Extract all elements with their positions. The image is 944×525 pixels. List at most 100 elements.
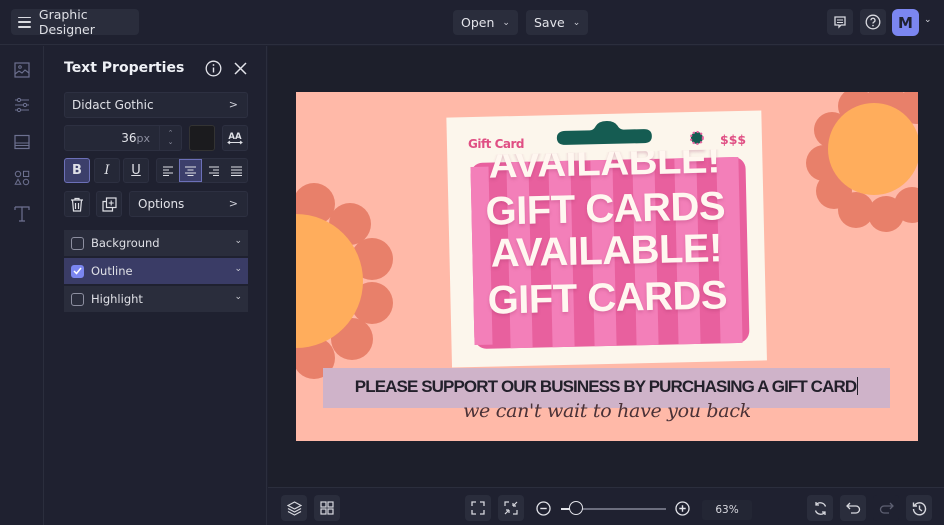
outline-accordion[interactable]: Outline ⌄ bbox=[64, 258, 248, 284]
background-checkbox[interactable] bbox=[71, 236, 84, 250]
font-family-value: Didact Gothic bbox=[72, 98, 154, 112]
left-flower[interactable] bbox=[296, 183, 393, 379]
app-title: Graphic Designer bbox=[38, 7, 95, 37]
chevron-up-icon[interactable]: ⌃ bbox=[168, 129, 174, 138]
app-menu-button[interactable]: Graphic Designer bbox=[11, 7, 139, 37]
font-size-input[interactable]: 36px ⌃ ⌄ bbox=[64, 125, 182, 151]
save-menu-button[interactable]: Save ⌄ bbox=[526, 10, 589, 35]
font-family-select[interactable]: Didact Gothic > bbox=[64, 92, 248, 118]
expand-icon bbox=[471, 501, 485, 515]
zoom-level[interactable]: 63% bbox=[702, 500, 752, 520]
save-label: Save bbox=[534, 15, 565, 30]
help-button[interactable] bbox=[860, 9, 886, 35]
svg-text:AA: AA bbox=[228, 132, 242, 142]
user-avatar[interactable]: M bbox=[892, 9, 919, 36]
headline-text[interactable]: AVAILABLE! GIFT CARDS AVAILABLE! GIFT CA… bbox=[444, 148, 768, 329]
underline-button[interactable]: U bbox=[123, 158, 149, 183]
font-size-unit: px bbox=[136, 132, 151, 145]
duplicate-button[interactable] bbox=[96, 191, 122, 217]
chevron-down-icon[interactable]: ⌄ bbox=[168, 138, 174, 147]
adjustments-icon[interactable] bbox=[12, 95, 32, 115]
chevron-down-icon[interactable]: ⌄ bbox=[234, 264, 242, 274]
chevron-down-icon: ⌄ bbox=[502, 17, 510, 28]
align-left-button[interactable] bbox=[157, 159, 180, 182]
chevron-down-icon[interactable]: ⌄ bbox=[234, 292, 242, 302]
chevron-down-icon: ⌄ bbox=[572, 17, 581, 28]
check-icon bbox=[73, 267, 82, 275]
price-label: $$$ bbox=[720, 132, 747, 147]
trash-icon bbox=[71, 197, 83, 212]
align-center-icon bbox=[185, 165, 196, 176]
info-icon[interactable] bbox=[205, 60, 222, 77]
text-color-swatch[interactable] bbox=[189, 125, 215, 151]
italic-button[interactable]: I bbox=[94, 158, 120, 183]
open-label: Open bbox=[461, 15, 495, 30]
grid-icon bbox=[320, 501, 334, 515]
comment-icon bbox=[834, 16, 846, 29]
align-center-button[interactable] bbox=[179, 159, 202, 182]
panel-title: Text Properties bbox=[64, 60, 185, 76]
layers-icon bbox=[286, 500, 302, 516]
redo-button[interactable] bbox=[873, 495, 899, 521]
font-size-value: 36 bbox=[121, 131, 137, 145]
align-justify-button[interactable] bbox=[225, 159, 248, 182]
layers-button[interactable] bbox=[281, 495, 307, 521]
sync-button[interactable] bbox=[807, 495, 833, 521]
chevron-right-icon: > bbox=[228, 98, 238, 111]
align-justify-icon bbox=[231, 165, 242, 176]
align-left-icon bbox=[163, 165, 173, 176]
duplicate-icon bbox=[101, 196, 117, 212]
background-icon[interactable] bbox=[12, 132, 32, 152]
grid-button[interactable] bbox=[314, 495, 340, 521]
letter-spacing-button[interactable]: AA bbox=[222, 125, 248, 151]
chevron-down-icon[interactable]: ⌄ bbox=[924, 15, 932, 25]
zoom-slider-handle[interactable] bbox=[569, 501, 583, 515]
zoom-in-icon[interactable] bbox=[675, 501, 690, 516]
options-button[interactable]: Options > bbox=[129, 191, 248, 217]
background-label: Background bbox=[91, 236, 160, 250]
highlight-accordion[interactable]: Highlight ⌄ bbox=[64, 286, 248, 312]
chevron-down-icon[interactable]: ⌄ bbox=[234, 236, 242, 246]
script-text[interactable]: we can't wait to have you back bbox=[296, 400, 918, 422]
letter-spacing-icon: AA bbox=[227, 132, 243, 145]
close-icon[interactable] bbox=[234, 62, 247, 75]
selected-text-content: PLEASE SUPPORT OUR BUSINESS BY PURCHASIN… bbox=[354, 377, 857, 396]
fit-screen-button[interactable] bbox=[465, 495, 491, 521]
highlight-label: Highlight bbox=[91, 292, 143, 306]
undo-icon bbox=[845, 502, 860, 514]
bold-button[interactable]: B bbox=[64, 158, 90, 183]
highlight-checkbox[interactable] bbox=[71, 292, 84, 306]
align-right-button[interactable] bbox=[202, 159, 225, 182]
zoom-out-icon[interactable] bbox=[536, 501, 551, 516]
shrink-button[interactable] bbox=[498, 495, 524, 521]
open-menu-button[interactable]: Open ⌄ bbox=[453, 10, 518, 35]
menu-icon bbox=[18, 16, 31, 28]
comments-button[interactable] bbox=[827, 9, 853, 35]
headline-line: GIFT CARDS bbox=[487, 273, 728, 323]
alignment-group bbox=[156, 158, 248, 183]
top-bar: Graphic Designer Open ⌄ Save ⌄ M ⌄ bbox=[0, 0, 944, 45]
undo-button[interactable] bbox=[840, 495, 866, 521]
text-icon[interactable] bbox=[12, 204, 32, 224]
gift-card-label: Gift Card bbox=[468, 137, 525, 151]
font-size-stepper[interactable]: ⌃ ⌄ bbox=[159, 126, 181, 150]
design-canvas[interactable]: Gift Card $$$ AVAILABLE! GIFT CARDS AVAI… bbox=[296, 92, 918, 441]
history-button[interactable] bbox=[906, 495, 932, 521]
text-cursor bbox=[857, 377, 859, 395]
shrink-icon bbox=[504, 501, 518, 515]
bottom-toolbar: 63% bbox=[268, 487, 944, 525]
history-icon bbox=[912, 501, 926, 515]
selected-text[interactable]: PLEASE SUPPORT OUR BUSINESS BY PURCHASIN… bbox=[323, 377, 890, 397]
align-right-icon bbox=[209, 165, 219, 176]
background-accordion[interactable]: Background ⌄ bbox=[64, 230, 248, 256]
outline-label: Outline bbox=[91, 264, 133, 278]
shapes-icon[interactable] bbox=[12, 168, 32, 188]
outline-checkbox[interactable] bbox=[71, 264, 84, 278]
delete-button[interactable] bbox=[64, 191, 90, 217]
image-icon[interactable] bbox=[12, 60, 32, 80]
right-flower[interactable] bbox=[806, 92, 918, 232]
options-label: Options bbox=[138, 197, 185, 211]
refresh-icon bbox=[814, 501, 826, 515]
help-icon bbox=[865, 14, 881, 30]
redo-icon bbox=[879, 502, 894, 514]
